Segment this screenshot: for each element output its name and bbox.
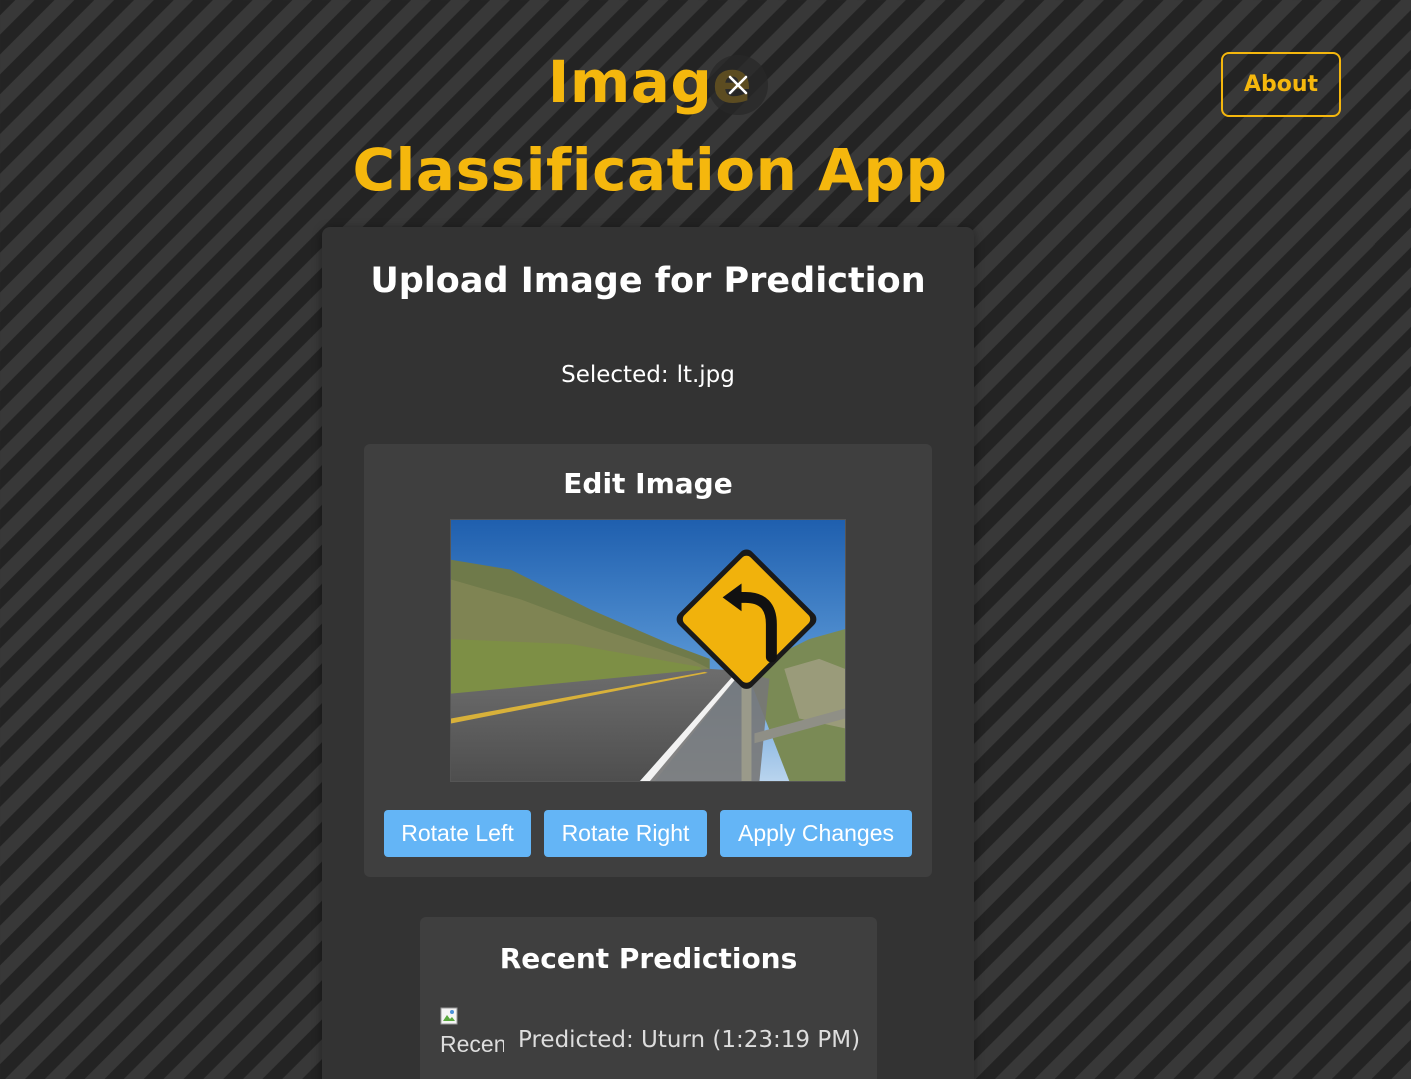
rotate-left-button[interactable]: Rotate Left [384,810,531,857]
selected-file-info: Selected: lt.jpg [322,360,974,390]
upload-heading: Upload Image for Prediction [370,261,926,301]
app-title-line1: Image [547,48,753,116]
recent-predictions-panel: Recent Predictions Recent Predicted: Utu… [420,917,877,1079]
list-item: Recent Predicted: Uturn (1:23:19 PM) [438,1005,868,1065]
road-sign-image [451,520,845,781]
selected-label: Selected: [561,362,669,388]
about-button[interactable]: About [1221,52,1341,117]
prediction-time: (1:23:19 PM) [712,1027,861,1053]
prediction-prefix: Predicted: [518,1027,634,1053]
close-icon [728,75,748,95]
broken-image-icon [440,1007,458,1025]
prediction-text: Predicted: Uturn (1:23:19 PM) [518,1025,860,1055]
upload-card: Upload Image for Prediction Selected: lt.… [322,227,974,1079]
prediction-label: Uturn [641,1027,706,1053]
selected-filename: lt.jpg [676,362,735,388]
recent-predictions-heading: Recent Predictions [499,942,798,975]
image-preview [450,519,846,782]
edit-image-heading: Edit Image [563,467,733,500]
close-button[interactable] [708,55,768,115]
apply-changes-button[interactable]: Apply Changes [720,810,912,857]
recent-thumbnail: Recent [438,1005,504,1060]
edit-image-panel: Edit Image Rotate Left Rotate Right Appl… [364,444,932,877]
thumbnail-alt-text: Recent [440,1031,504,1057]
rotate-right-button[interactable]: Rotate Right [544,810,707,857]
app-title: Image Classification App [330,38,970,214]
app-title-line2: Classification App [352,136,948,204]
edit-button-row: Rotate Left Rotate Right Apply Changes [384,810,912,857]
